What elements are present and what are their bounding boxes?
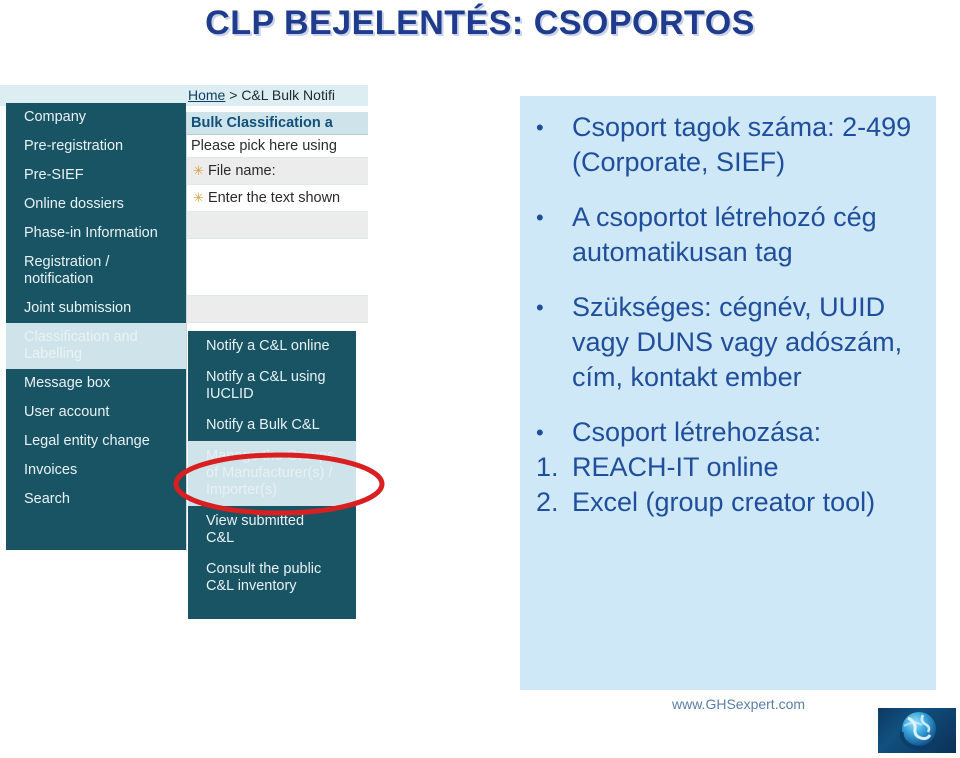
submenu-item-manage-groups[interactable]: Manage the Groups of Manufacturer(s) / I… xyxy=(188,441,356,506)
sidebar-item-online-dossiers[interactable]: Online dossiers xyxy=(6,190,190,219)
sidebar-item-search[interactable]: Search xyxy=(6,485,190,514)
classification-submenu: Notify a C&L online Notify a C&L using I… xyxy=(188,331,356,619)
form-label-file-name: File name: xyxy=(207,163,276,179)
sidebar-item-classification-and-labelling[interactable]: Classification and Labelling xyxy=(6,323,190,369)
sidebar-item-registration-notification[interactable]: Registration / notification xyxy=(6,248,190,294)
bullet-marker-icon: • xyxy=(536,205,544,230)
breadcrumb-rest: > C&L Bulk Notifi xyxy=(225,87,335,103)
sidebar-item-pre-registration[interactable]: Pre-registration xyxy=(6,132,190,161)
bullet-text: Excel (group creator tool) xyxy=(572,487,876,517)
submenu-item-notify-cl-using-iuclid[interactable]: Notify a C&L using IUCLID xyxy=(188,362,356,410)
form-row-blank-1 xyxy=(187,211,368,238)
form-row-file-name[interactable]: ✳ File name: xyxy=(187,157,368,184)
form-row-blank-2 xyxy=(187,238,368,295)
bullet-marker-icon: • xyxy=(536,295,544,320)
bullet-marker-icon: • xyxy=(536,115,544,140)
list-item: 2. Excel (group creator tool) xyxy=(530,485,926,520)
bullet-marker-number: 1. xyxy=(536,452,559,482)
submenu-item-consult-public-inventory[interactable]: Consult the public C&L inventory xyxy=(188,554,356,602)
footer-url[interactable]: www.GHSexpert.com xyxy=(672,696,805,712)
bullet-text: A csoportot létrehozó cég automatikusan … xyxy=(572,202,877,267)
sidebar-item-company[interactable]: Company xyxy=(6,103,190,132)
globe-logo-icon xyxy=(878,708,956,753)
form-label-captcha: Enter the text shown xyxy=(207,190,341,206)
bullet-marker-number: 2. xyxy=(536,487,559,517)
required-asterisk-icon: ✳ xyxy=(193,190,204,205)
submenu-item-notify-cl-online[interactable]: Notify a C&L online xyxy=(188,331,356,362)
breadcrumb: Home > C&L Bulk Notifi xyxy=(186,85,368,106)
submenu-item-view-submitted-cl[interactable]: View submitted C&L xyxy=(188,506,356,554)
reach-it-screenshot: Company Pre-registration Pre-SIEF Online… xyxy=(0,85,400,645)
sidebar-item-joint-submission[interactable]: Joint submission xyxy=(6,294,190,323)
form-instruction: Please pick here using xyxy=(187,135,368,157)
list-item: 1. REACH-IT online xyxy=(530,450,926,485)
bullet-list: • Csoport tagok száma: 2-499 (Corporate,… xyxy=(520,96,936,520)
submenu-item-notify-bulk-cl[interactable]: Notify a Bulk C&L xyxy=(188,410,356,441)
content-panel: • Csoport tagok száma: 2-499 (Corporate,… xyxy=(520,96,936,690)
bullet-marker-icon: • xyxy=(536,420,544,445)
sidebar-item-user-account[interactable]: User account xyxy=(6,398,190,427)
bullet-text: Szükséges: cégnév, UUID vagy DUNS vagy a… xyxy=(572,292,903,392)
bullet-text: Csoport létrehozása: xyxy=(572,417,822,447)
list-item: • Csoport tagok száma: 2-499 (Corporate,… xyxy=(530,110,926,180)
form-row-captcha[interactable]: ✳ Enter the text shown xyxy=(187,184,368,211)
list-item: • A csoportot létrehozó cég automatikusa… xyxy=(530,200,926,270)
bullet-text: Csoport tagok száma: 2-499 (Corporate, S… xyxy=(572,112,912,177)
sidebar-nav: Company Pre-registration Pre-SIEF Online… xyxy=(6,103,190,550)
sidebar-item-message-box[interactable]: Message box xyxy=(6,369,190,398)
sidebar-item-pre-sief[interactable]: Pre-SIEF xyxy=(6,161,190,190)
sidebar-item-legal-entity-change[interactable]: Legal entity change xyxy=(6,427,190,456)
required-asterisk-icon: ✳ xyxy=(193,163,204,178)
page-title: CLP BEJELENTÉS: CSOPORTOS xyxy=(205,4,755,42)
list-item: • Szükséges: cégnév, UUID vagy DUNS vagy… xyxy=(530,290,926,395)
sidebar-item-phase-in-information[interactable]: Phase-in Information xyxy=(6,219,190,248)
list-item: • Csoport létrehozása: xyxy=(530,415,926,450)
breadcrumb-home-link[interactable]: Home xyxy=(188,87,225,103)
bullet-text: REACH-IT online xyxy=(572,452,779,482)
form-heading: Bulk Classification a xyxy=(187,112,368,135)
sidebar-item-invoices[interactable]: Invoices xyxy=(6,456,190,485)
form-row-blank-3 xyxy=(187,295,368,322)
